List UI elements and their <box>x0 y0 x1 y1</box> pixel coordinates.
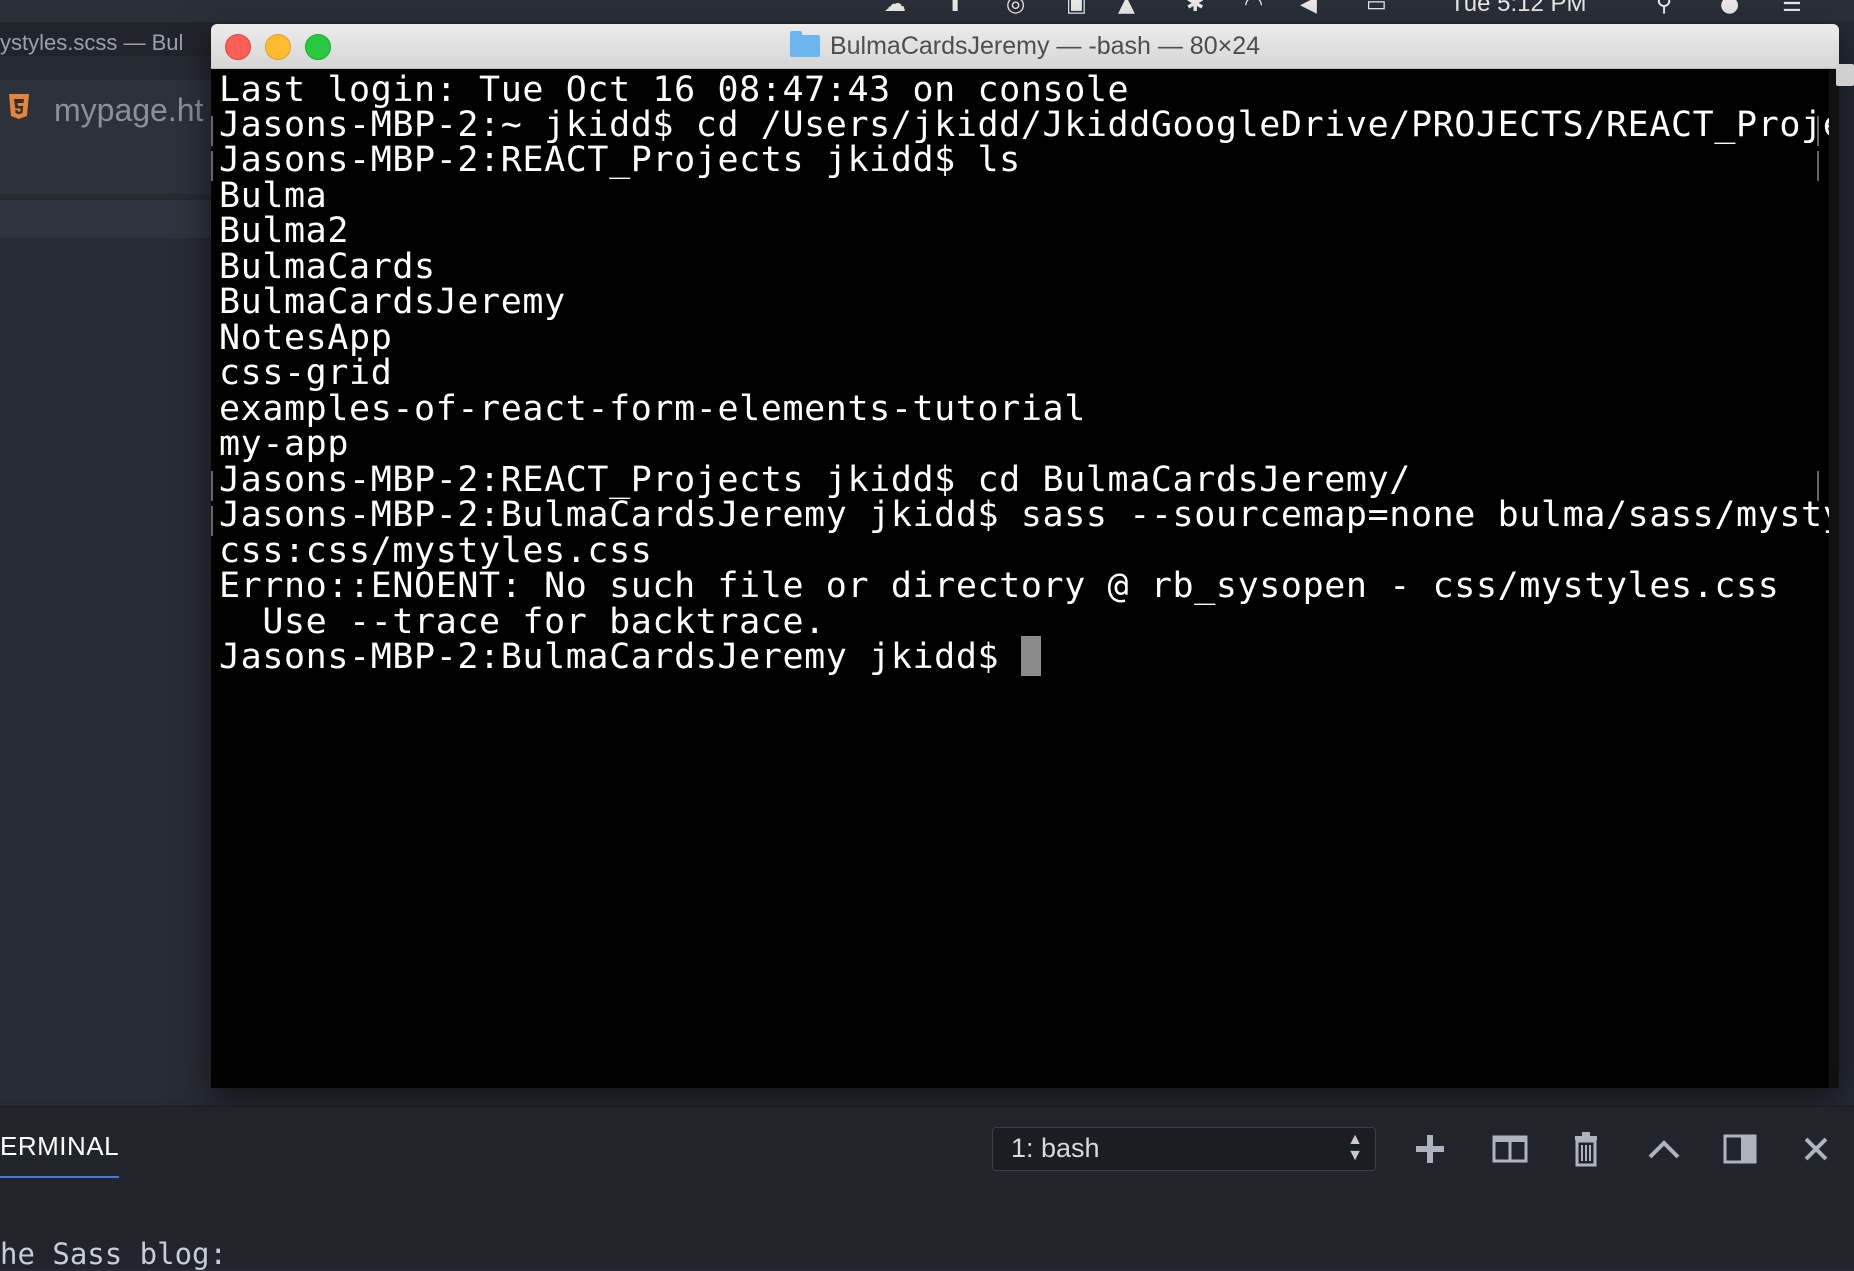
terminal-select[interactable]: 1: bash ▲ ▼ <box>992 1127 1376 1171</box>
scrollbar-handle[interactable] <box>1836 64 1854 86</box>
terminal-window[interactable]: BulmaCardsJeremy — -bash — 80×24 Last lo… <box>211 24 1839 1088</box>
evernote-icon[interactable]: ▣ <box>1066 0 1087 17</box>
mark-bracket <box>1811 116 1819 146</box>
plus-icon[interactable] <box>1410 1129 1450 1169</box>
close-icon[interactable] <box>1796 1129 1836 1169</box>
html5-icon <box>9 94 29 119</box>
split-terminal-icon[interactable] <box>1490 1129 1530 1169</box>
editor-window-title: ystyles.scss — Bul <box>0 30 184 55</box>
terminal-cursor <box>1020 636 1041 676</box>
chevron-updown-icon: ▲ ▼ <box>1347 1131 1363 1164</box>
menubar: ☁ ⬆ ◎ ▣ ▲ ✱ ◠ ◀ ▭ Tue 5:12 PM ⚲ ● ☰ <box>0 0 1854 22</box>
toggle-panel-icon[interactable] <box>1720 1129 1760 1169</box>
terminal-line: examples-of-react-form-elements-tutorial <box>219 389 1086 429</box>
terminal-prompt-line[interactable]: Jasons-MBP-2:BulmaCardsJeremy jkidd$ <box>219 636 1041 678</box>
airplay-icon[interactable]: ▲ <box>1118 0 1135 17</box>
battery-icon[interactable]: ▭ <box>1366 0 1387 17</box>
1password-icon[interactable]: ◎ <box>1006 0 1025 17</box>
trash-icon[interactable] <box>1566 1129 1606 1169</box>
tab-terminal[interactable]: ERMINAL <box>0 1131 120 1178</box>
terminal-select-value: 1: bash <box>1011 1133 1100 1163</box>
terminal-title: BulmaCardsJeremy — -bash — 80×24 <box>211 31 1839 61</box>
mark-bracket <box>1811 151 1819 181</box>
wifi-icon[interactable]: ◠ <box>1244 0 1263 17</box>
volume-icon[interactable]: ◀ <box>1300 0 1317 17</box>
upload-cloud-icon[interactable]: ⬆ <box>946 0 964 17</box>
list-icon[interactable]: ☰ <box>1782 0 1802 17</box>
siri-icon[interactable]: ● <box>1720 0 1739 17</box>
menubar-clock[interactable]: Tue 5:12 PM <box>1450 0 1587 18</box>
folder-icon <box>789 31 820 57</box>
terminal-title-text: BulmaCardsJeremy — -bash — 80×24 <box>829 32 1261 60</box>
panel-terminal-output: he Sass blog: <box>0 1237 227 1271</box>
terminal-scrollbar[interactable] <box>1829 69 1839 1088</box>
chevron-up-icon[interactable] <box>1644 1129 1684 1169</box>
terminal-output[interactable]: Last login: Tue Oct 16 08:47:43 on conso… <box>211 69 1829 1088</box>
search-icon[interactable]: ⚲ <box>1656 0 1672 17</box>
editor-current-line <box>0 200 214 238</box>
creative-cloud-icon[interactable]: ☁ <box>884 0 906 17</box>
terminal-line: Jasons-MBP-2:REACT_Projects jkidd$ ls <box>219 140 1021 180</box>
terminal-panel: ERMINAL 1: bash ▲ ▼ he Sass blog: <box>0 1106 1854 1271</box>
terminal-titlebar[interactable]: BulmaCardsJeremy — -bash — 80×24 <box>211 24 1839 69</box>
editor-area[interactable] <box>0 238 214 1098</box>
bluetooth-icon[interactable]: ✱ <box>1186 0 1204 17</box>
editor-tab-label: mypage.ht <box>54 92 204 128</box>
terminal-prompt: Jasons-MBP-2:BulmaCardsJeremy jkidd$ <box>219 637 1021 677</box>
